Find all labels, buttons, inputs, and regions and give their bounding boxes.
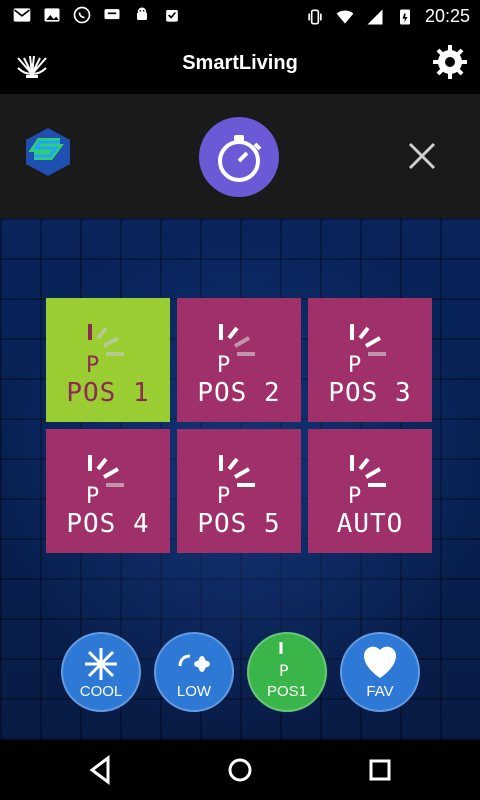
tile-label: POS 5 xyxy=(197,509,281,539)
tilt-pos-1-icon: P xyxy=(86,324,124,378)
android-icon xyxy=(137,7,147,20)
check-bag-icon xyxy=(166,10,178,22)
heart-icon xyxy=(363,646,397,678)
tile-pos-3[interactable]: P POS 3 xyxy=(308,298,432,422)
svg-text:P: P xyxy=(279,661,289,680)
app-title: SmartLiving xyxy=(182,52,298,74)
svg-text:P: P xyxy=(217,353,230,378)
home-icon[interactable] xyxy=(224,754,256,786)
back-icon[interactable] xyxy=(84,754,116,786)
tile-label: POS 4 xyxy=(66,509,150,539)
pos1-label: POS1 xyxy=(266,683,308,700)
status-bar: 20:25 xyxy=(0,0,480,34)
low-label: LOW xyxy=(176,683,212,700)
svg-text:P: P xyxy=(348,484,361,509)
recents-icon[interactable] xyxy=(364,754,396,786)
chat-icon xyxy=(104,9,120,20)
fan-speed-icon xyxy=(178,654,210,672)
status-icons-left xyxy=(12,5,182,25)
tile-pos-1[interactable]: P POS 1 xyxy=(46,298,170,422)
low-button[interactable]: LOW xyxy=(154,632,234,712)
status-icons-right: 20:25 xyxy=(305,6,470,27)
vibrate-icon xyxy=(308,9,322,24)
tilt-pos-4-icon: P xyxy=(86,455,124,509)
tile-pos-4[interactable]: P POS 4 xyxy=(46,429,170,553)
signal-icon xyxy=(367,9,383,24)
tilt-pos-5-icon: P xyxy=(217,455,255,509)
pos1-button[interactable]: P POS1 xyxy=(247,632,327,712)
tile-pos-2[interactable]: P POS 2 xyxy=(177,298,301,422)
close-icon[interactable] xyxy=(406,140,438,172)
cool-label: COOL xyxy=(79,683,123,700)
s-logo-icon xyxy=(26,128,70,176)
navigation-bar xyxy=(0,740,480,800)
mail-icon xyxy=(13,8,31,22)
tile-label: AUTO xyxy=(336,509,404,539)
whatsapp-icon xyxy=(73,6,91,24)
tile-pos-5[interactable]: P POS 5 xyxy=(177,429,301,553)
position-grid: P POS 1 P POS 2 P POS 3 P POS 4 P POS 5 … xyxy=(46,298,432,554)
tilt-mini-icon: P xyxy=(279,642,289,680)
svg-text:P: P xyxy=(217,484,230,509)
fav-label: FAV xyxy=(366,683,394,700)
fav-button[interactable]: FAV xyxy=(340,632,420,712)
tile-label: POS 1 xyxy=(66,378,150,408)
gear-icon[interactable] xyxy=(432,44,468,80)
app-bar: SmartLiving xyxy=(0,34,480,94)
image-icon xyxy=(44,8,60,22)
tile-auto[interactable]: P AUTO xyxy=(308,429,432,553)
cool-button[interactable]: COOL xyxy=(61,632,141,712)
svg-text:P: P xyxy=(86,353,99,378)
battery-icon xyxy=(399,9,410,24)
wifi-icon xyxy=(336,9,354,24)
snowflake-icon xyxy=(85,648,117,680)
bottom-controls: COOL LOW P POS1 FAV xyxy=(0,632,480,718)
svg-text:P: P xyxy=(348,353,361,378)
tilt-pos-2-icon: P xyxy=(217,324,255,378)
svg-text:P: P xyxy=(86,484,99,509)
tile-label: POS 3 xyxy=(328,378,412,408)
tile-label: POS 2 xyxy=(197,378,281,408)
stopwatch-icon[interactable] xyxy=(198,116,280,198)
status-time: 20:25 xyxy=(424,6,470,26)
tilt-pos-3-icon: P xyxy=(348,324,386,378)
tilt-auto-icon: P xyxy=(348,455,386,509)
